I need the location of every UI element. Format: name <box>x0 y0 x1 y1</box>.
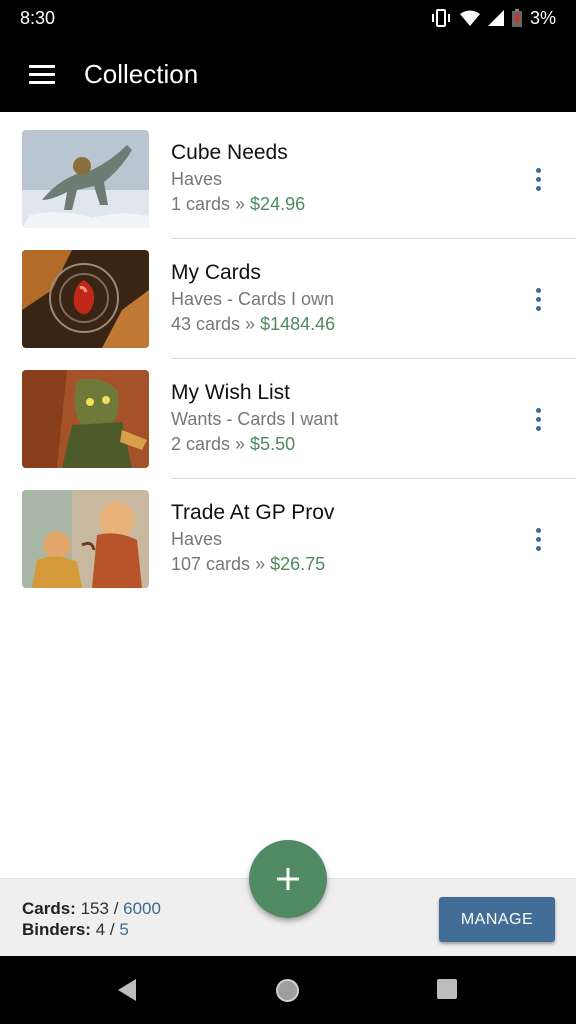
binder-price: $24.96 <box>250 194 306 214</box>
add-binder-button[interactable] <box>249 840 327 918</box>
binders-stat: Binders: 4 / 5 <box>22 920 129 939</box>
binder-meta: 2 cards » $5.50 <box>171 434 296 454</box>
binder-type: Haves <box>171 529 223 549</box>
status-bar: 8:30 3% <box>0 0 576 36</box>
status-time: 8:30 <box>20 7 56 28</box>
battery-icon <box>511 9 522 27</box>
more-options-icon[interactable] <box>520 279 556 319</box>
cards-stat: Cards: 153 / 6000 <box>22 899 161 918</box>
home-circle-icon[interactable] <box>275 978 300 1003</box>
plus-icon <box>277 868 299 890</box>
page-title: Collection <box>84 58 199 89</box>
binder-count: 43 cards <box>171 314 241 334</box>
binder-price: $26.75 <box>270 554 326 574</box>
manage-button[interactable]: MANAGE <box>439 897 555 942</box>
binder-type: Wants - Cards I want <box>171 409 339 429</box>
binder-meta: 107 cards » $26.75 <box>171 554 326 574</box>
vibrate-icon <box>431 9 450 27</box>
red-gem-art-thumbnail <box>22 250 149 348</box>
binder-meta: 43 cards » $1484.46 <box>171 314 336 334</box>
binder-item[interactable]: My Wish List Wants - Cards I want 2 card… <box>0 359 576 479</box>
binder-item[interactable]: My Cards Haves - Cards I own 43 cards » … <box>0 239 576 359</box>
binder-name: My Wish List <box>171 381 291 404</box>
binder-name: Trade At GP Prov <box>171 501 335 524</box>
binder-item[interactable]: Cube Needs Haves 1 cards » $24.96 <box>0 119 576 239</box>
signal-icon <box>487 10 504 26</box>
binder-item[interactable]: Trade At GP Prov Haves 107 cards » $26.7… <box>0 479 576 599</box>
goblin-art-thumbnail <box>22 370 149 468</box>
binder-meta: 1 cards » $24.96 <box>171 194 306 214</box>
collection-stats: Cards: 153 / 6000 Binders: 4 / 5 <box>22 898 161 940</box>
more-options-icon[interactable] <box>520 519 556 559</box>
dinosaur-art-thumbnail <box>22 130 149 228</box>
battery-percent: 3% <box>529 7 556 28</box>
cheering-crowd-art-thumbnail <box>22 490 149 588</box>
wifi-icon <box>459 10 480 26</box>
system-nav-bar <box>0 956 576 1024</box>
binder-count: 2 cards <box>171 434 231 454</box>
status-icons: 3% <box>430 8 556 29</box>
binder-type: Haves <box>171 169 223 189</box>
binder-name: My Cards <box>171 261 261 284</box>
binder-name: Cube Needs <box>171 141 288 164</box>
more-options-icon[interactable] <box>520 399 556 439</box>
binder-list: Cube Needs Haves 1 cards » $24.96 My Car… <box>0 119 576 599</box>
binder-price: $1484.46 <box>260 314 336 334</box>
app-bar: Collection <box>0 36 576 112</box>
binder-count: 107 cards <box>171 554 251 574</box>
binder-count: 1 cards <box>171 194 231 214</box>
hamburger-menu-icon[interactable] <box>0 36 84 112</box>
back-triangle-icon[interactable] <box>116 978 138 1002</box>
binder-type: Haves - Cards I own <box>171 289 335 309</box>
binder-price: $5.50 <box>250 434 296 454</box>
more-options-icon[interactable] <box>520 159 556 199</box>
recents-square-icon[interactable] <box>436 978 458 1000</box>
